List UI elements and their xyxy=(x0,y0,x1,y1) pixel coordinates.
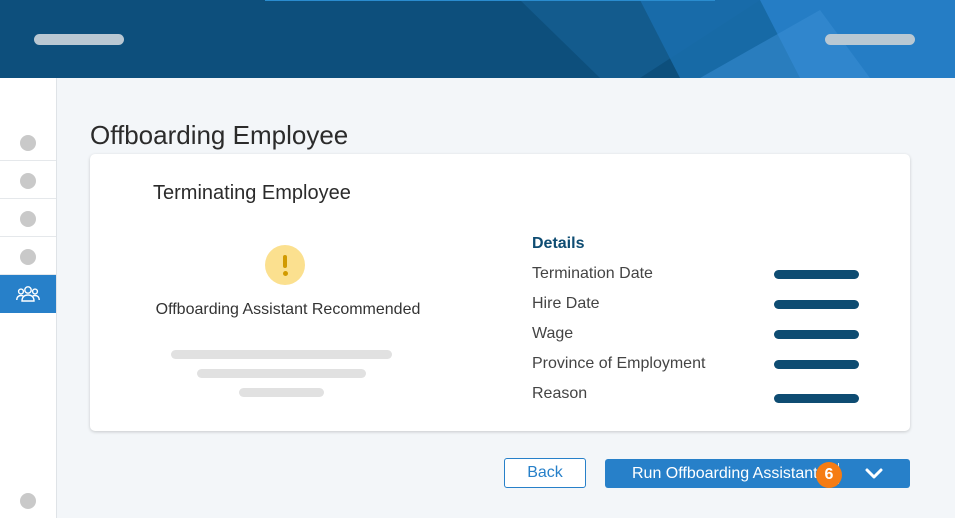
circle-placeholder-icon xyxy=(20,135,36,151)
recommendation-text: Offboarding Assistant Recommended xyxy=(155,301,421,318)
sidebar-item-4[interactable] xyxy=(0,237,56,275)
detail-label-reason: Reason xyxy=(532,385,588,402)
run-offboarding-assistant-button[interactable]: Run Offboarding Assistant xyxy=(605,459,910,488)
header-title-placeholder xyxy=(34,34,124,45)
card-title: Terminating Employee xyxy=(153,182,351,204)
back-button[interactable]: Back xyxy=(504,458,586,488)
circle-placeholder-icon xyxy=(20,173,36,189)
sidebar-item-people[interactable] xyxy=(0,275,56,313)
sidebar-nav xyxy=(0,78,57,518)
detail-value-placeholder xyxy=(774,360,859,369)
detail-label-termination-date: Termination Date xyxy=(532,265,653,282)
detail-value-placeholder xyxy=(774,330,859,339)
run-button-label: Run Offboarding Assistant xyxy=(632,465,818,482)
circle-placeholder-icon xyxy=(20,211,36,227)
header-decorative-shapes xyxy=(265,0,955,78)
terminating-employee-card: Terminating Employee Offboarding Assista… xyxy=(90,154,910,431)
detail-label-province: Province of Employment xyxy=(532,355,706,372)
sidebar-item-1[interactable] xyxy=(0,123,56,161)
sidebar-bottom-placeholder-icon[interactable] xyxy=(20,493,36,509)
detail-value-placeholder xyxy=(774,270,859,279)
details-heading: Details xyxy=(532,235,585,252)
chevron-down-icon[interactable] xyxy=(864,467,884,480)
page-title: Offboarding Employee xyxy=(90,120,349,150)
text-placeholder-line xyxy=(171,350,392,359)
detail-value-placeholder xyxy=(774,300,859,309)
detail-label-hire-date: Hire Date xyxy=(532,295,600,312)
sidebar-item-3[interactable] xyxy=(0,199,56,237)
warning-icon xyxy=(265,245,305,285)
circle-placeholder-icon xyxy=(20,249,36,265)
top-header-bar xyxy=(0,0,955,78)
detail-label-wage: Wage xyxy=(532,325,574,342)
header-user-placeholder[interactable] xyxy=(825,34,915,45)
step-number-badge: 6 xyxy=(816,462,842,488)
detail-value-placeholder xyxy=(774,394,859,403)
text-placeholder-line xyxy=(197,369,366,378)
people-icon xyxy=(16,286,40,302)
text-placeholder-line xyxy=(239,388,324,397)
sidebar-item-2[interactable] xyxy=(0,161,56,199)
